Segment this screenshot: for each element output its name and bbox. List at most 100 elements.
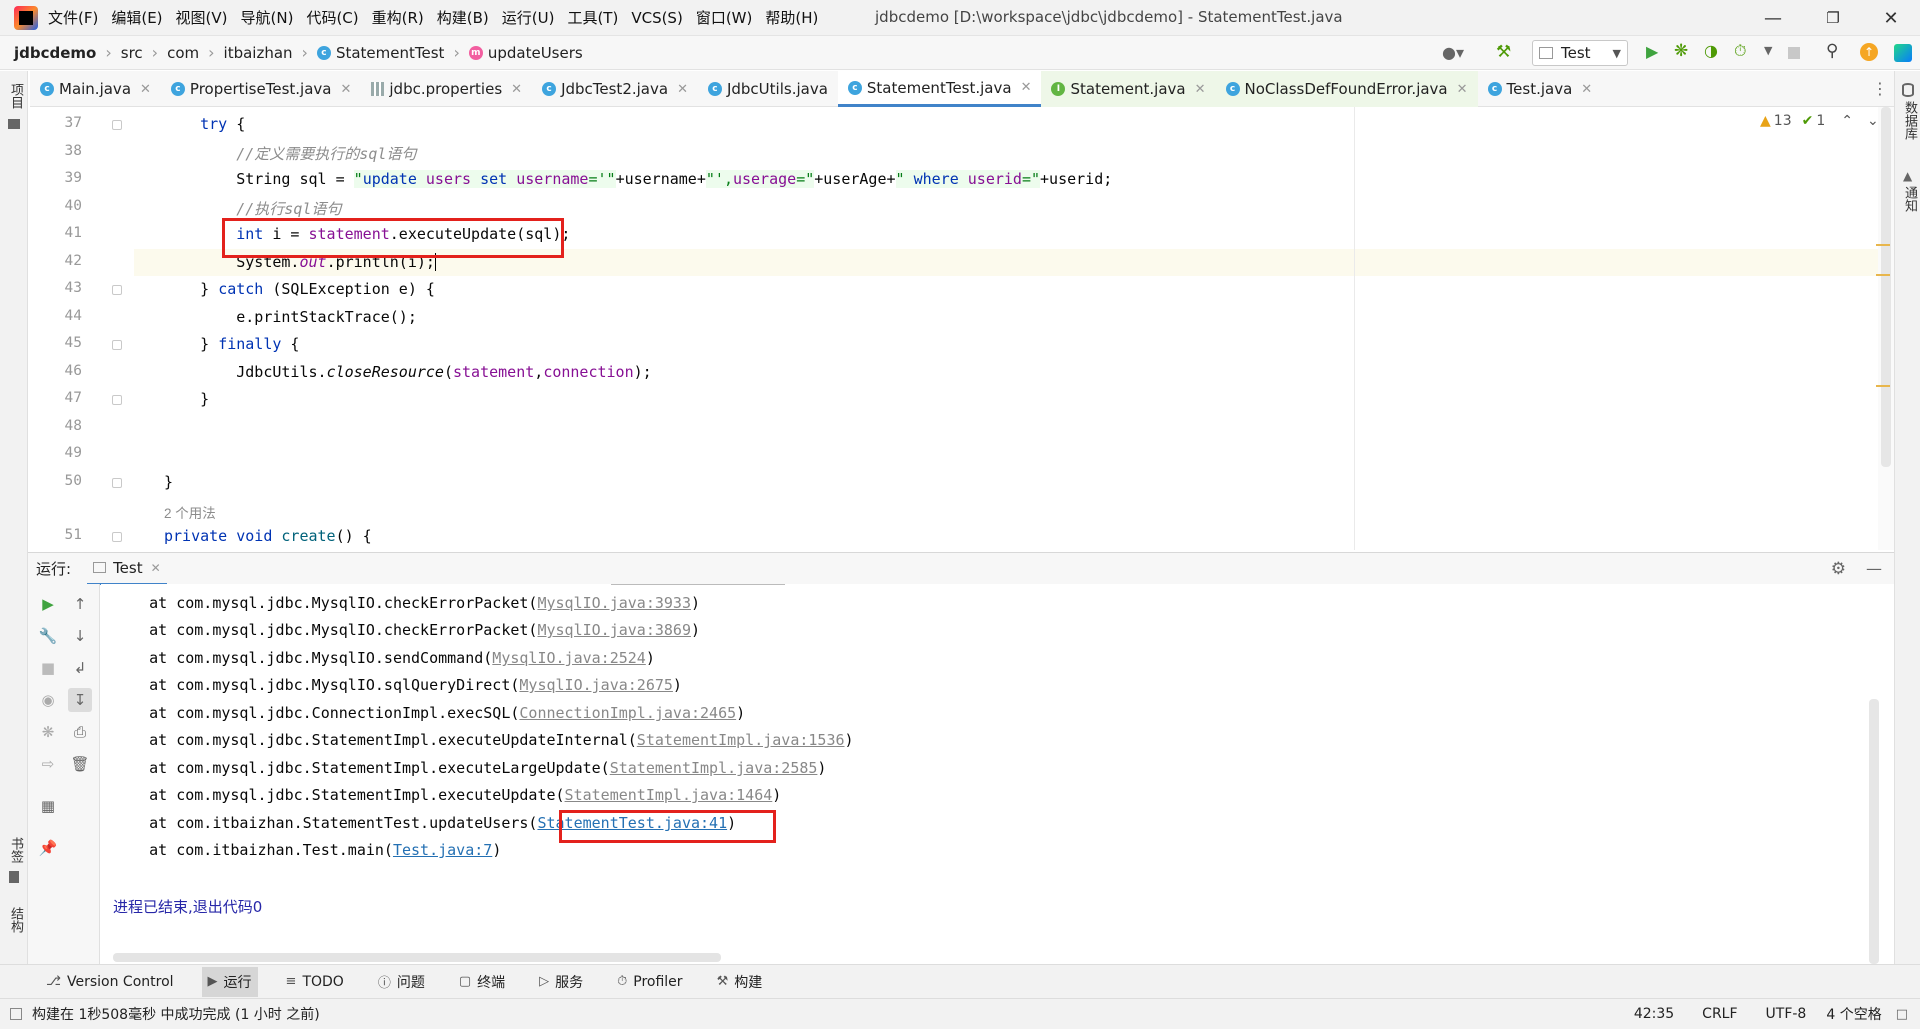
- menu-help[interactable]: 帮助(H): [765, 7, 818, 28]
- bookmarks-tool-button[interactable]: 书签: [6, 837, 25, 863]
- run-tab-test[interactable]: Test ✕: [87, 553, 167, 585]
- stack-link[interactable]: StatementImpl.java:1536: [637, 731, 845, 749]
- project-tool-button[interactable]: 项目: [6, 83, 25, 109]
- tab-test[interactable]: c Test.java ✕: [1478, 71, 1603, 107]
- menu-refactor[interactable]: 重构(R): [372, 7, 424, 28]
- tool-profiler[interactable]: ⏱ Profiler: [611, 967, 688, 997]
- close-tab-icon[interactable]: ✕: [1021, 80, 1032, 95]
- stack-link[interactable]: ConnectionImpl.java:2465: [519, 704, 736, 722]
- exit-icon[interactable]: ⇨: [36, 752, 60, 776]
- tab-jdbctest2[interactable]: c JdbcTest2.java ✕: [532, 71, 698, 107]
- stack-link[interactable]: MysqlIO.java:3869: [537, 621, 691, 639]
- tool-run[interactable]: ▶ 运行: [201, 966, 258, 997]
- fold-marker-icon[interactable]: [112, 120, 122, 130]
- notifications-tool-button[interactable]: 通知: [1900, 186, 1919, 212]
- tool-services[interactable]: ▷ 服务: [533, 967, 589, 997]
- tab-statementtest[interactable]: c StatementTest.java ✕: [837, 71, 1042, 107]
- fold-marker-icon[interactable]: [112, 285, 122, 295]
- menu-navigate[interactable]: 导航(N): [241, 7, 294, 28]
- camera-icon[interactable]: ◉: [36, 688, 60, 712]
- breadcrumb-class[interactable]: c StatementTest: [316, 44, 444, 62]
- menu-run[interactable]: 运行(U): [502, 7, 555, 28]
- close-tab-icon[interactable]: ✕: [511, 82, 522, 97]
- tab-propertisetest[interactable]: c PropertiseTest.java ✕: [161, 71, 361, 107]
- breadcrumb-project[interactable]: jdbcdemo: [14, 44, 96, 62]
- next-highlight-icon[interactable]: ⌄: [1867, 113, 1879, 129]
- toolbox-icon[interactable]: [1894, 44, 1912, 62]
- tab-jdbcutils[interactable]: c JdbcUtils.java: [698, 71, 838, 107]
- menu-file[interactable]: 文件(F): [48, 7, 98, 28]
- database-tool-button[interactable]: 数据库: [1900, 101, 1919, 140]
- tool-version-control[interactable]: ⎇ Version Control: [40, 967, 180, 997]
- inspection-widget[interactable]: ▲ 13 ✔ 1 ⌃ ⌄: [1760, 113, 1879, 129]
- code-editor[interactable]: 37 38 39 40 41 42 43 44 45 46 47 48 49 5…: [28, 107, 1894, 550]
- status-message[interactable]: 构建在 1秒508毫秒 中成功完成 (1 小时 之前): [32, 1004, 320, 1024]
- breadcrumb-method[interactable]: m updateUsers: [468, 44, 583, 62]
- close-icon[interactable]: ✕: [1862, 0, 1920, 36]
- menu-tools[interactable]: 工具(T): [567, 7, 618, 28]
- console-vertical-scrollbar[interactable]: [1869, 699, 1879, 964]
- pin-icon[interactable]: 📌: [36, 836, 60, 860]
- debug-icon[interactable]: ❋: [1674, 41, 1688, 61]
- fold-marker-icon[interactable]: [112, 478, 122, 488]
- minimize-icon[interactable]: —: [1744, 0, 1802, 36]
- fold-marker-icon[interactable]: [112, 395, 122, 405]
- run-icon[interactable]: ▶: [1646, 42, 1658, 61]
- error-stripe-mark[interactable]: [1876, 274, 1890, 276]
- rerun-icon[interactable]: ▶: [36, 592, 60, 616]
- structure-tool-button[interactable]: 结构: [6, 907, 25, 933]
- status-toggle-icon[interactable]: [10, 1008, 22, 1020]
- close-tab-icon[interactable]: ✕: [1581, 82, 1592, 97]
- menu-window[interactable]: 窗口(W): [696, 7, 753, 28]
- error-stripe-mark[interactable]: [1876, 385, 1890, 387]
- more-run-chevron-icon[interactable]: ▼: [1764, 44, 1772, 57]
- maximize-icon[interactable]: ❐: [1804, 0, 1862, 36]
- bug-icon[interactable]: ❋: [36, 720, 60, 744]
- up-arrow-icon[interactable]: ↑: [68, 592, 92, 616]
- usage-hint[interactable]: 2 个用法: [164, 502, 216, 522]
- fold-marker-icon[interactable]: [112, 532, 122, 542]
- close-tab-icon[interactable]: ✕: [677, 82, 688, 97]
- user-icon[interactable]: ●▾: [1442, 43, 1464, 62]
- scrollbar-thumb[interactable]: [1881, 107, 1891, 467]
- close-tab-icon[interactable]: ✕: [1195, 82, 1206, 97]
- breadcrumb-com[interactable]: com: [167, 44, 199, 62]
- previous-highlight-icon[interactable]: ⌃: [1841, 113, 1853, 129]
- tool-build[interactable]: ⚒ 构建: [711, 967, 769, 997]
- close-tab-icon[interactable]: ✕: [1457, 82, 1468, 97]
- caret-position[interactable]: 42:35: [1634, 1006, 1674, 1022]
- indent-setting[interactable]: 4 个空格: [1826, 1004, 1881, 1024]
- print-icon[interactable]: ⎙: [68, 720, 92, 744]
- run-config-select[interactable]: Test ▼: [1532, 40, 1628, 66]
- stop-icon[interactable]: ■: [36, 656, 60, 680]
- editor-scrollbar[interactable]: [1878, 107, 1894, 550]
- console-horizontal-scrollbar[interactable]: [113, 953, 721, 962]
- stack-link[interactable]: MysqlIO.java:2524: [492, 649, 646, 667]
- coverage-icon[interactable]: ◑: [1704, 41, 1718, 60]
- console-output[interactable]: at com.mysql.jdbc.MysqlIO.checkErrorPack…: [101, 584, 1881, 964]
- tab-statement[interactable]: I Statement.java ✕: [1041, 71, 1216, 107]
- tool-todo[interactable]: ≡ TODO: [280, 967, 350, 997]
- stop-icon[interactable]: [1788, 47, 1800, 59]
- wrench-icon[interactable]: 🔧: [36, 624, 60, 648]
- tab-noclassdeffounderror[interactable]: c NoClassDefFoundError.java ✕: [1215, 71, 1478, 107]
- update-icon[interactable]: ↑: [1860, 43, 1878, 61]
- gear-icon[interactable]: ⚙: [1831, 559, 1846, 579]
- layout-icon[interactable]: ▦: [36, 794, 60, 818]
- stack-link[interactable]: MysqlIO.java:2675: [519, 676, 673, 694]
- tab-main[interactable]: c Main.java ✕: [30, 71, 161, 107]
- down-arrow-icon[interactable]: ↓: [68, 624, 92, 648]
- line-separator[interactable]: CRLF: [1702, 1006, 1737, 1022]
- close-tab-icon[interactable]: ✕: [340, 82, 351, 97]
- tool-terminal[interactable]: ▢ 终端: [453, 967, 511, 997]
- menu-view[interactable]: 视图(V): [176, 7, 228, 28]
- lock-icon[interactable]: □: [1896, 1007, 1908, 1022]
- stack-link[interactable]: StatementImpl.java:2585: [610, 759, 818, 777]
- tab-jdbc-properties[interactable]: jdbc.properties ✕: [361, 71, 532, 107]
- close-tab-icon[interactable]: ✕: [140, 82, 151, 97]
- hide-panel-icon[interactable]: —: [1866, 559, 1882, 578]
- breadcrumb-package[interactable]: itbaizhan: [224, 44, 293, 62]
- menu-build[interactable]: 构建(B): [437, 7, 489, 28]
- error-stripe-mark[interactable]: [1876, 244, 1890, 246]
- menu-code[interactable]: 代码(C): [306, 7, 358, 28]
